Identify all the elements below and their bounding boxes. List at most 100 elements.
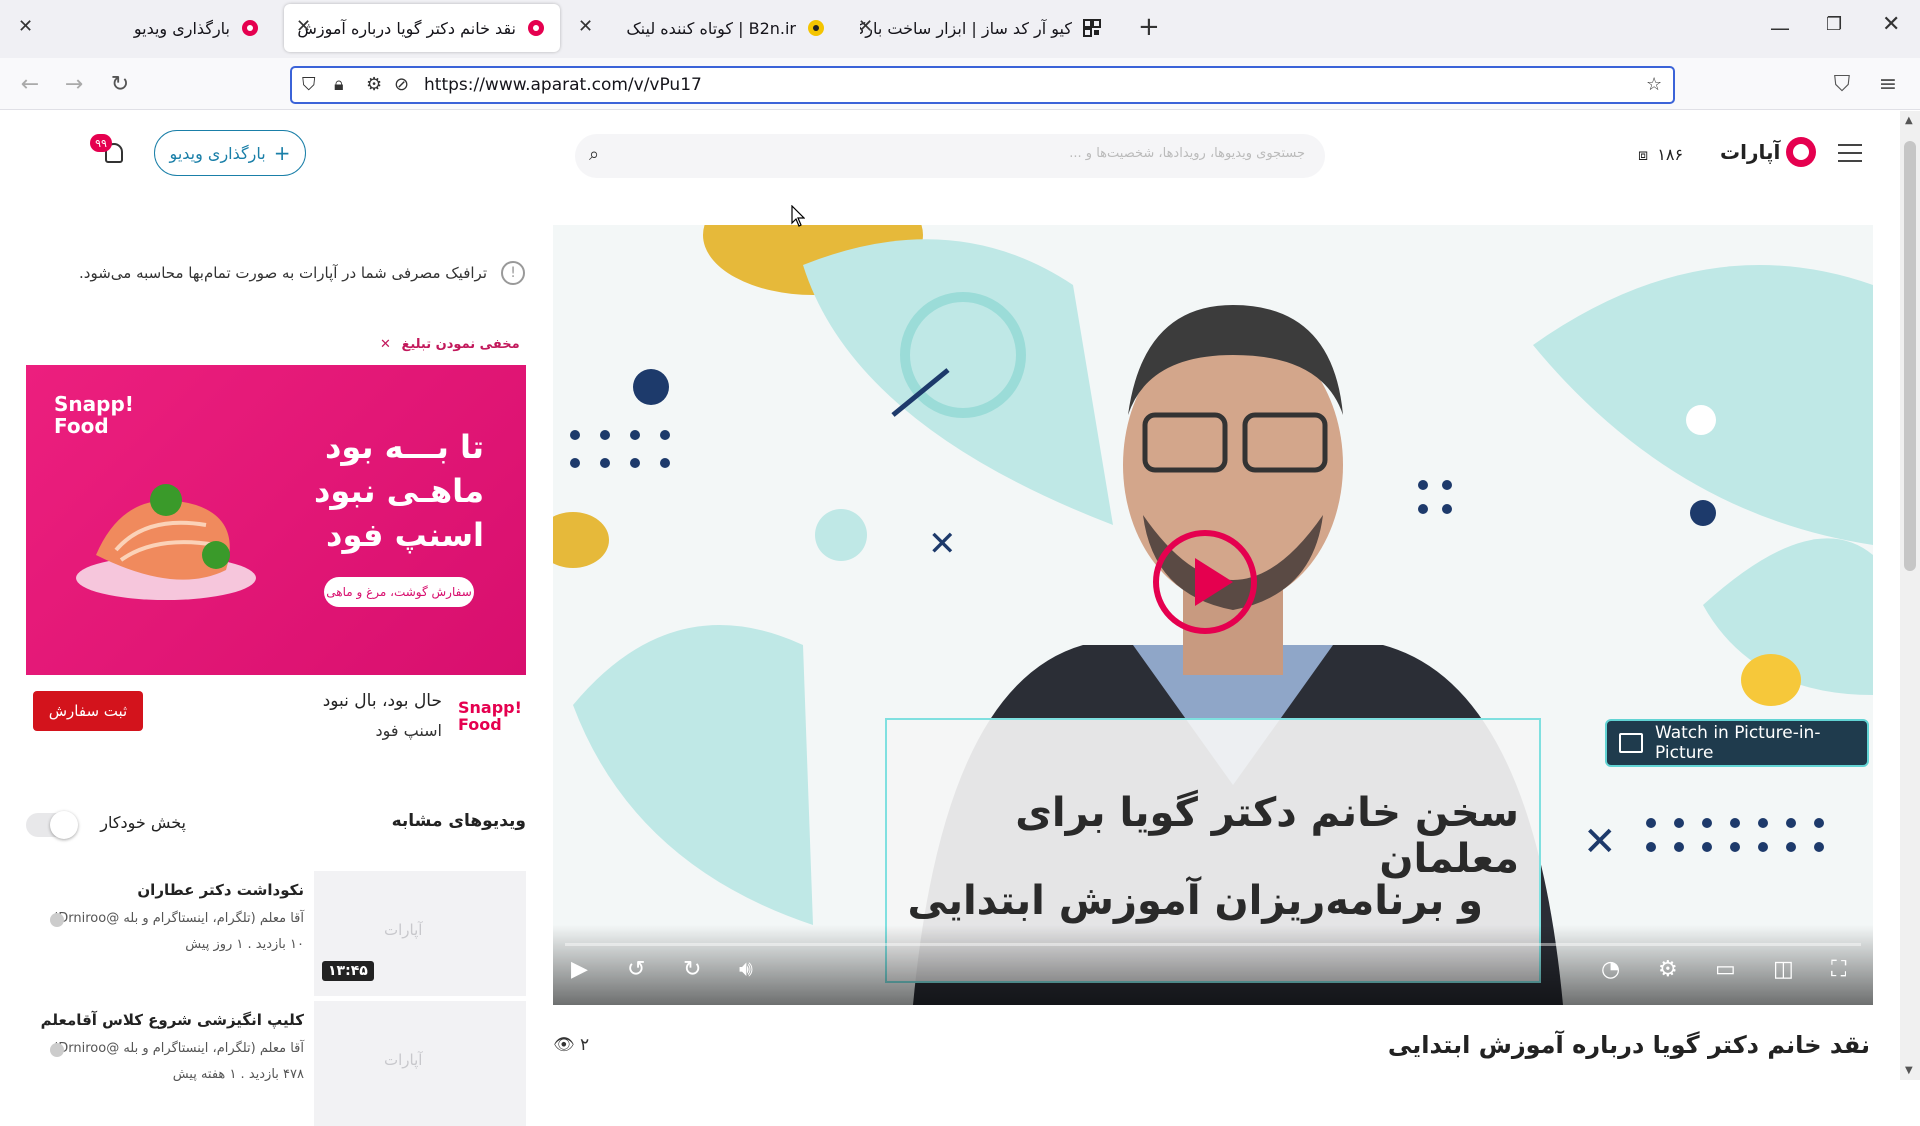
page-scrollbar[interactable]: ▲ ▼ [1900,111,1920,1080]
settings-gear-icon[interactable]: ⚙ [1658,957,1678,982]
tab-title: نقد خانم دکتر گویا درباره آموزش [298,18,516,38]
plus-icon: + [273,141,291,165]
hide-ad-label: مخفی نمودن تبلیغ [401,337,520,352]
autoplay-control[interactable]: پخش خودکار [26,811,186,841]
permissions-icon[interactable]: ⚙ [366,74,382,95]
tab-title: B2n.ir | کوتاه کننده لینک [626,18,796,38]
hamburger-menu-icon[interactable] [1838,144,1862,162]
caption-line-1: سخن خانم دکتر گویا برای معلمان [1015,790,1519,882]
mouse-cursor-icon [791,205,805,227]
ad-headline-line-3: اسنپ فود [326,516,484,554]
ad-headline: تا بـــه بود ماهـی نبود اسنپ فود [314,425,484,557]
video-page-title: نقد خانم دکتر گویا درباره آموزش ابتدایی [1387,1031,1870,1059]
pocket-icon[interactable]: ⛉ [1826,68,1858,100]
navigation-bar: ← → ↻ ⛉ 🔒︎ ⚙ ⊘ https://www.aparat.com/v/… [0,58,1920,110]
tab-title: بارگذاری ویدیو [133,18,230,38]
list-item[interactable]: آپارات کلیپ انگیزشی شروع کلاس آقامعلم آق… [26,1001,526,1126]
fish-dish-image [76,484,256,600]
hide-ad-button[interactable]: مخفی نمودن تبلیغ ✕ [380,337,520,352]
channel-name[interactable]: آقا معلم (تلگرام، اینستاگرام و بله @Drni… [53,1041,304,1056]
theater-mode-icon[interactable]: ▭ [1715,957,1736,982]
play-icon[interactable]: ▶ [571,957,588,982]
view-count-value: ۲ [580,1035,590,1055]
progress-bar[interactable] [565,943,1861,946]
aparat-icon [240,18,260,38]
close-icon[interactable]: ✕ [578,16,593,37]
url-text[interactable]: https://www.aparat.com/v/vPu17 [424,75,702,95]
svg-text:✕: ✕ [1583,819,1617,865]
mini-player-icon[interactable]: ◫ [1773,957,1794,982]
autoplay-label: پخش خودکار [100,813,186,832]
playback-speed-icon[interactable]: ◔ [1601,957,1620,982]
ad-subtitle: اسنپ فود [375,721,442,740]
minimize-icon[interactable]: — [1770,16,1790,40]
upload-video-button[interactable]: + بارگذاری ویدیو [154,130,306,176]
search-bar[interactable]: جستجوی ویدیوها، رویدادها، شخصیت‌ها و ...… [575,134,1325,178]
similar-videos-title: ویدیوهای مشابه [391,811,526,831]
tab-upload-video[interactable]: بارگذاری ویدیو ✕ [6,4,274,52]
back-icon[interactable]: ← [14,68,46,100]
new-tab-icon[interactable]: + [1138,12,1160,42]
b2n-icon [806,18,826,38]
close-icon[interactable]: ✕ [18,16,33,37]
window-close-icon[interactable]: ✕ [1882,12,1900,37]
picture-in-picture-button[interactable]: Watch in Picture-in-Picture [1605,719,1869,767]
big-play-icon[interactable] [1153,530,1257,634]
ad-pill: سفارش گوشت، مرغ و ماهی [324,577,474,607]
thumbnail-watermark: آپارات [384,1051,423,1069]
balance-value: ۱۸۶ [1657,145,1684,164]
video-player[interactable]: ✕ ✕ سخن خانم دکتر گویا برای معلمان و برن… [553,225,1873,1005]
close-icon[interactable]: ✕ [296,16,311,37]
shield-icon[interactable]: ⛉ [302,74,316,95]
app-menu-icon[interactable]: ≡ [1872,68,1904,100]
video-stats: ۱۰ بازدید . ۱ روز پیش [185,937,304,952]
list-item[interactable]: آپارات ۱۳:۴۵ نکوداشت دکتر عطاران آقا معل… [26,871,526,996]
view-count: 👁︎ ۲ [553,1035,589,1055]
close-icon[interactable]: ✕ [858,16,873,37]
autoplay-blocked-icon[interactable]: ⊘ [394,74,409,95]
aparat-icon [526,18,546,38]
video-duration: ۱۳:۴۵ [322,961,374,981]
ad-brand: Snapp! Food [54,392,134,438]
tab-qr-maker[interactable]: کیو آر کد ساز | ابزار ساخت بارکد ✕ [846,4,1116,52]
aparat-logo[interactable]: آپارات [1720,137,1817,167]
fullscreen-icon[interactable]: ⛶ [1831,957,1846,982]
wallet-icon: ⧈ [1638,145,1649,164]
address-bar[interactable]: ⛉ 🔒︎ ⚙ ⊘ https://www.aparat.com/v/vPu17 … [290,66,1675,104]
upload-label: بارگذاری ویدیو [169,143,266,163]
video-thumbnail[interactable]: آپارات ۱۳:۴۵ [314,871,526,996]
reload-icon[interactable]: ↻ [104,68,136,100]
search-icon[interactable]: ⌕ [589,144,599,165]
bookmark-star-icon[interactable]: ☆ [1646,74,1662,95]
scrollbar-thumb[interactable] [1904,141,1916,571]
balance-indicator[interactable]: ۱۸۶ ⧈ [1638,145,1683,165]
notification-badge: ۹۹ [90,134,112,152]
search-input[interactable]: جستجوی ویدیوها، رویدادها، شخصیت‌ها و ... [1069,146,1305,161]
rewind-10-icon[interactable]: ↺ [627,957,645,982]
video-thumbnail[interactable]: آپارات [314,1001,526,1126]
channel-name[interactable]: آقا معلم (تلگرام، اینستاگرام و بله @Drni… [53,911,304,926]
scroll-down-icon[interactable]: ▼ [1905,1065,1913,1076]
tab-bar: بارگذاری ویدیو ✕ نقد خانم دکتر گویا دربا… [0,0,1920,58]
ad-banner[interactable]: Snapp! Food تا بـــه بود ماهـی نبود اسنپ… [26,365,526,675]
order-button[interactable]: ثبت سفارش [33,691,143,731]
snappfood-logo: Snapp! Food [458,698,522,734]
autoplay-toggle[interactable] [26,811,78,839]
pip-label: Watch in Picture-in-Picture [1655,723,1821,763]
volume-icon[interactable]: 🔊︎ [739,957,753,982]
tab-b2n[interactable]: B2n.ir | کوتاه کننده لینک ✕ [566,4,840,52]
video-title[interactable]: کلیپ انگیزشی شروع کلاس آقامعلم [41,1011,304,1029]
forward-10-icon[interactable]: ↻ [683,957,701,982]
lock-icon[interactable]: 🔒︎ [334,74,344,95]
logo-text: آپارات [1720,140,1781,164]
video-title[interactable]: نکوداشت دکتر عطاران [137,881,304,899]
tab-current-video[interactable]: نقد خانم دکتر گویا درباره آموزش ✕ [284,4,560,52]
pip-icon [1619,733,1643,753]
aparat-logo-icon [1786,137,1817,167]
traffic-notice: ! ترافیک مصرفی شما در آپارات به صورت تما… [60,261,525,291]
forward-icon[interactable]: → [58,68,90,100]
caption-line-2: و برنامه‌ریزان آموزش ابتدایی [907,878,1483,924]
thumbnail-watermark: آپارات [384,921,423,939]
restore-icon[interactable]: ❐ [1826,14,1842,35]
scroll-up-icon[interactable]: ▲ [1905,115,1913,126]
